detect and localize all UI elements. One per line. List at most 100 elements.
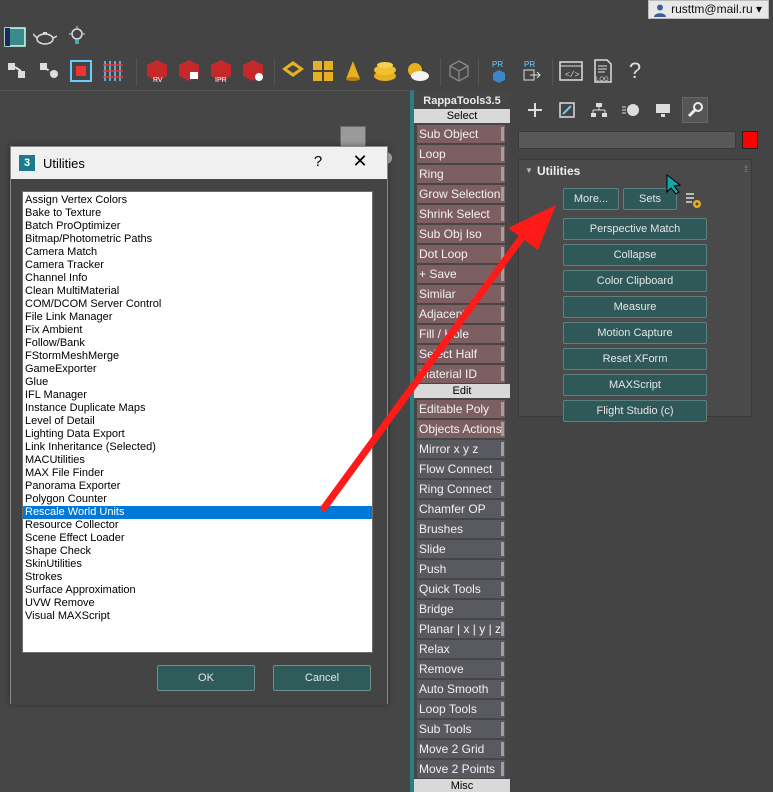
rappa-button[interactable]: Remove <box>417 660 505 678</box>
pr-render-icon[interactable]: PR <box>486 58 512 84</box>
rappa-button[interactable]: Sub Object <box>417 125 505 143</box>
cancel-button[interactable]: Cancel <box>273 665 371 691</box>
utility-list-item[interactable]: MACUtilities <box>23 454 372 467</box>
more-button[interactable]: More... <box>563 188 619 210</box>
rappa-button[interactable]: Shrink Select <box>417 205 505 223</box>
utility-list-item[interactable]: Level of Detail <box>23 415 372 428</box>
modify-tab-icon[interactable] <box>554 97 580 123</box>
rappa-button[interactable]: Flow Connect <box>417 460 505 478</box>
utility-list-item[interactable]: Fix Ambient <box>23 324 372 337</box>
grid-layout-icon[interactable] <box>310 58 336 84</box>
rappa-button[interactable]: Sub Tools <box>417 720 505 738</box>
utility-list-item[interactable]: Shape Check <box>23 545 372 558</box>
utility-list-item[interactable]: Surface Approximation <box>23 584 372 597</box>
cone-icon[interactable] <box>340 58 366 84</box>
teapot-icon[interactable] <box>32 24 58 50</box>
rappa-button[interactable]: Slide <box>417 540 505 558</box>
utility-list-item[interactable]: Link Inheritance (Selected) <box>23 441 372 454</box>
rappa-button[interactable]: Brushes <box>417 520 505 538</box>
utility-list-item[interactable]: Bitmap/Photometric Paths <box>23 233 372 246</box>
ok-button[interactable]: OK <box>157 665 255 691</box>
pr-export-icon[interactable]: PR <box>518 58 544 84</box>
rappa-button[interactable]: Chamfer OP <box>417 500 505 518</box>
utility-list-item[interactable]: Bake to Texture <box>23 207 372 220</box>
log-icon[interactable]: LOG <box>590 58 616 84</box>
utility-list-item[interactable]: Instance Duplicate Maps <box>23 402 372 415</box>
utility-button[interactable]: Flight Studio (c) <box>563 400 707 422</box>
close-icon[interactable]: ✕ <box>349 151 371 172</box>
display-tab-icon[interactable] <box>650 97 676 123</box>
utility-list-item[interactable]: Camera Tracker <box>23 259 372 272</box>
stacked-disk-icon[interactable] <box>372 58 398 84</box>
utility-list-item[interactable]: Panorama Exporter <box>23 480 372 493</box>
rollout-title[interactable]: Utilities <box>537 164 580 178</box>
lightbulb-icon[interactable] <box>64 24 90 50</box>
unlink-icon[interactable] <box>36 58 62 84</box>
utility-button[interactable]: Measure <box>563 296 707 318</box>
rappa-button[interactable]: Push <box>417 560 505 578</box>
viewport-layout-icon[interactable] <box>2 24 28 50</box>
sets-button[interactable]: Sets <box>623 188 677 210</box>
render-frame-icon[interactable] <box>176 58 202 84</box>
utility-list-item[interactable]: UVW Remove <box>23 597 372 610</box>
rappa-button[interactable]: Loop Tools <box>417 700 505 718</box>
utility-button[interactable]: Color Clipboard <box>563 270 707 292</box>
rappa-button[interactable]: Move 2 Points <box>417 760 505 778</box>
rappa-button[interactable]: Mirror x y z <box>417 440 505 458</box>
rappa-button[interactable]: Planar | x | y | z <box>417 620 505 638</box>
rappa-button[interactable]: Loop <box>417 145 505 163</box>
utility-list-item[interactable]: Channel Info <box>23 272 372 285</box>
utility-list-item[interactable]: Visual MAXScript <box>23 610 372 623</box>
user-account-button[interactable]: rusttm@mail.ru ▾ <box>648 0 769 19</box>
collapse-arrow-icon[interactable]: ▼ <box>525 166 533 175</box>
rappa-button[interactable]: Select Half <box>417 345 505 363</box>
utility-list-item[interactable]: IFL Manager <box>23 389 372 402</box>
rappa-button[interactable]: Objects Actions <box>417 420 505 438</box>
utility-list-item[interactable]: Follow/Bank <box>23 337 372 350</box>
cloud-sun-icon[interactable] <box>404 58 430 84</box>
rappa-button[interactable]: Bridge <box>417 600 505 618</box>
utility-list-item[interactable]: Polygon Counter <box>23 493 372 506</box>
utility-button[interactable]: MAXScript <box>563 374 707 396</box>
hierarchy-tab-icon[interactable] <box>586 97 612 123</box>
utility-list-item[interactable]: Batch ProOptimizer <box>23 220 372 233</box>
utility-list-item[interactable]: FStormMeshMerge <box>23 350 372 363</box>
rappa-button[interactable]: Fill / Hole <box>417 325 505 343</box>
utility-list-item[interactable]: Lighting Data Export <box>23 428 372 441</box>
render-ipr-icon[interactable]: IPR <box>208 58 234 84</box>
rappa-button[interactable]: Material ID <box>417 365 505 383</box>
render-rv-icon[interactable]: RV <box>144 58 170 84</box>
utility-list-item[interactable]: File Link Manager <box>23 311 372 324</box>
utility-list-item[interactable]: Rescale World Units <box>23 506 372 519</box>
help-icon[interactable]: ? <box>622 58 648 84</box>
dialog-title-bar[interactable]: 3 Utilities ? ✕ <box>11 147 387 179</box>
rappa-button[interactable]: Move 2 Grid <box>417 740 505 758</box>
rappa-button[interactable]: Grow Selection <box>417 185 505 203</box>
rappa-button[interactable]: Quick Tools <box>417 580 505 598</box>
utility-list-item[interactable]: Glue <box>23 376 372 389</box>
utility-list-item[interactable]: Camera Match <box>23 246 372 259</box>
mesh-tools-icon[interactable] <box>280 58 306 84</box>
utility-button[interactable]: Motion Capture <box>563 322 707 344</box>
utility-list-item[interactable]: Assign Vertex Colors <box>23 194 372 207</box>
utility-list-item[interactable]: SkinUtilities <box>23 558 372 571</box>
utility-button[interactable]: Reset XForm <box>563 348 707 370</box>
script-editor-icon[interactable]: </> <box>558 58 584 84</box>
rappa-button[interactable]: + Save <box>417 265 505 283</box>
rappa-button[interactable]: Similar <box>417 285 505 303</box>
utility-list-item[interactable]: Strokes <box>23 571 372 584</box>
utility-list-item[interactable]: COM/DCOM Server Control <box>23 298 372 311</box>
object-name-field[interactable] <box>518 131 736 149</box>
utility-list-item[interactable]: Resource Collector <box>23 519 372 532</box>
utility-list-item[interactable]: MAX File Finder <box>23 467 372 480</box>
rappa-button[interactable]: Relax <box>417 640 505 658</box>
utilities-tab-icon[interactable] <box>682 97 708 123</box>
configure-button-sets-icon[interactable] <box>683 190 703 210</box>
rollout-grip-icon[interactable]: ⁞⁞ <box>744 164 748 174</box>
help-button[interactable]: ? <box>309 153 327 170</box>
rappa-button[interactable]: Ring <box>417 165 505 183</box>
rappa-button[interactable]: Auto Smooth <box>417 680 505 698</box>
cube-wireframe-icon[interactable] <box>446 58 472 84</box>
rappa-button[interactable]: Dot Loop <box>417 245 505 263</box>
utility-button[interactable]: Collapse <box>563 244 707 266</box>
